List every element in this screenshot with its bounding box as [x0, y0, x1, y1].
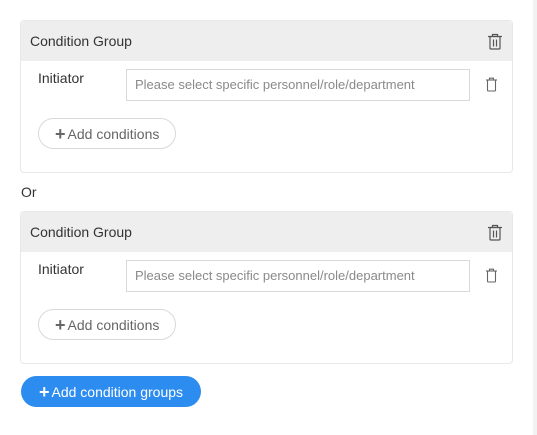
- personnel-selector[interactable]: Please select specific personnel/role/de…: [126, 69, 470, 101]
- delete-group-trash-icon[interactable]: [486, 32, 504, 50]
- condition-row: Initiator Please select specific personn…: [21, 61, 512, 107]
- add-condition-groups-button[interactable]: + Add condition groups: [21, 376, 201, 407]
- or-separator: Or: [21, 184, 37, 200]
- delete-condition-trash-icon[interactable]: [482, 266, 500, 284]
- plus-icon: +: [55, 314, 66, 335]
- delete-condition-trash-icon[interactable]: [482, 75, 500, 93]
- condition-row: Initiator Please select specific personn…: [21, 252, 512, 298]
- add-conditions-button[interactable]: + Add conditions: [38, 309, 177, 340]
- condition-group-2: Condition Group Initiator Please select …: [20, 211, 513, 364]
- scrollbar-track: [533, 0, 537, 435]
- condition-group-1: Condition Group Initiator Please select …: [20, 20, 513, 173]
- condition-group-header: Condition Group: [21, 212, 512, 252]
- plus-icon: +: [55, 123, 66, 144]
- delete-group-trash-icon[interactable]: [486, 223, 504, 241]
- condition-group-title: Condition Group: [30, 33, 132, 49]
- condition-label: Initiator: [38, 70, 84, 86]
- add-condition-groups-label: Add condition groups: [51, 383, 184, 400]
- condition-group-header: Condition Group: [21, 21, 512, 61]
- condition-group-title: Condition Group: [30, 224, 132, 240]
- add-conditions-label: Add conditions: [67, 125, 160, 142]
- personnel-selector[interactable]: Please select specific personnel/role/de…: [126, 260, 470, 292]
- add-conditions-button[interactable]: + Add conditions: [38, 118, 177, 149]
- condition-label: Initiator: [38, 261, 84, 277]
- add-conditions-label: Add conditions: [67, 316, 160, 333]
- plus-icon: +: [38, 381, 50, 402]
